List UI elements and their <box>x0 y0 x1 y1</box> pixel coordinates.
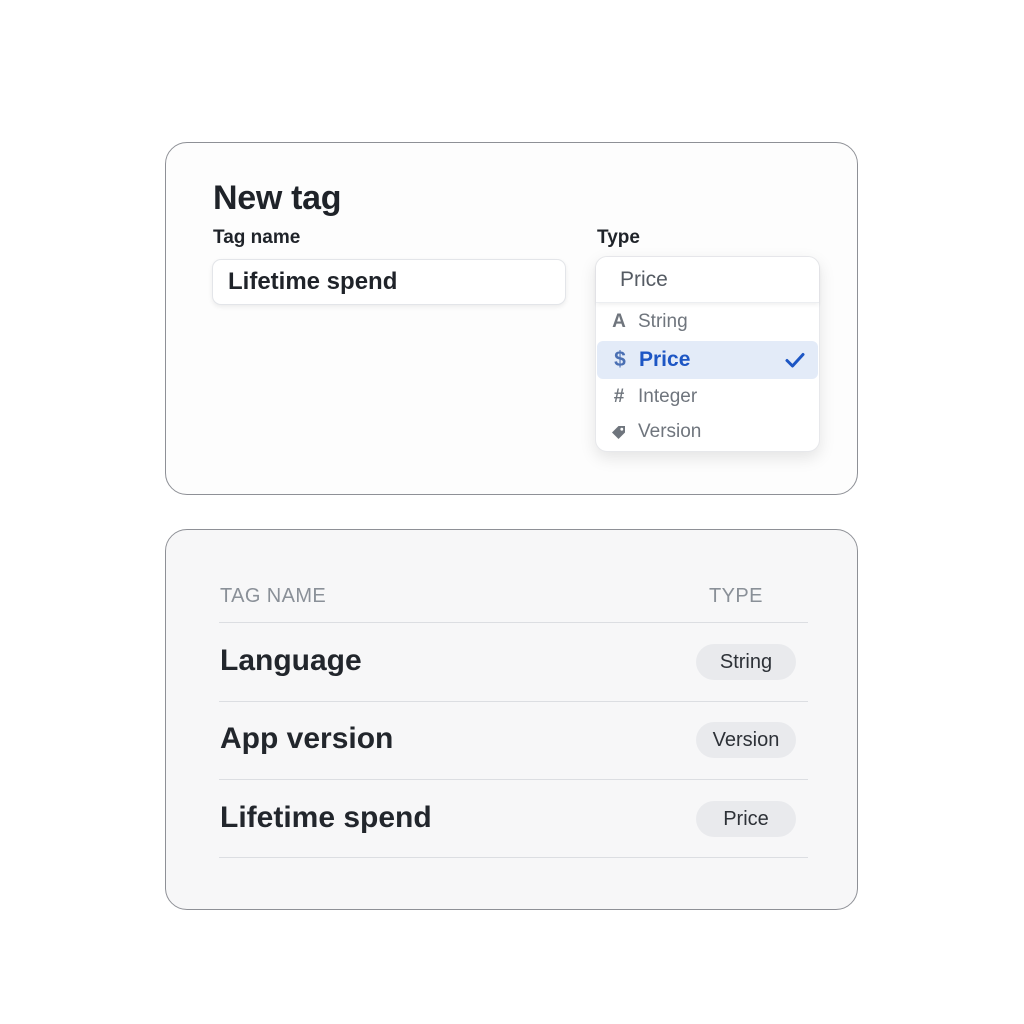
form-title: New tag <box>213 179 342 217</box>
tag-name-input[interactable] <box>212 259 566 305</box>
column-header-type: TYPE <box>709 585 763 607</box>
type-dropdown: Price A String $ Price # Integer Version <box>595 256 820 452</box>
type-option-version[interactable]: Version <box>596 414 819 450</box>
type-option-price[interactable]: $ Price <box>597 341 818 379</box>
dollar-icon: $ <box>614 348 626 371</box>
type-label: Type <box>597 227 640 248</box>
header-divider <box>219 622 808 623</box>
new-tag-card: New tag Tag name Type Price A String $ P… <box>165 142 858 495</box>
tag-name-label: Tag name <box>213 227 301 248</box>
table-row-name: Language <box>220 644 362 677</box>
type-badge: String <box>696 644 796 680</box>
type-select[interactable]: Price <box>596 257 819 303</box>
checkmark-icon <box>785 353 805 368</box>
row-divider <box>219 857 808 858</box>
column-header-tag-name: TAG NAME <box>220 585 327 607</box>
type-badge: Price <box>696 801 796 837</box>
table-row-name: Lifetime spend <box>220 801 432 834</box>
type-badge: Version <box>696 722 796 758</box>
hash-icon: # <box>613 386 625 407</box>
row-divider <box>219 779 808 780</box>
row-divider <box>219 701 808 702</box>
type-option-string[interactable]: A String <box>596 304 819 340</box>
type-option-label: Integer <box>638 386 698 407</box>
tag-icon <box>610 423 628 441</box>
type-option-label: String <box>638 311 688 332</box>
tags-table-card: TAG NAME TYPE Language String App versio… <box>165 529 858 910</box>
type-option-integer[interactable]: # Integer <box>596 379 819 415</box>
letter-a-icon: A <box>612 311 626 332</box>
type-select-value: Price <box>620 267 668 291</box>
type-option-label: Version <box>638 421 702 442</box>
type-option-label: Price <box>639 348 691 371</box>
table-row-name: App version <box>220 722 394 755</box>
